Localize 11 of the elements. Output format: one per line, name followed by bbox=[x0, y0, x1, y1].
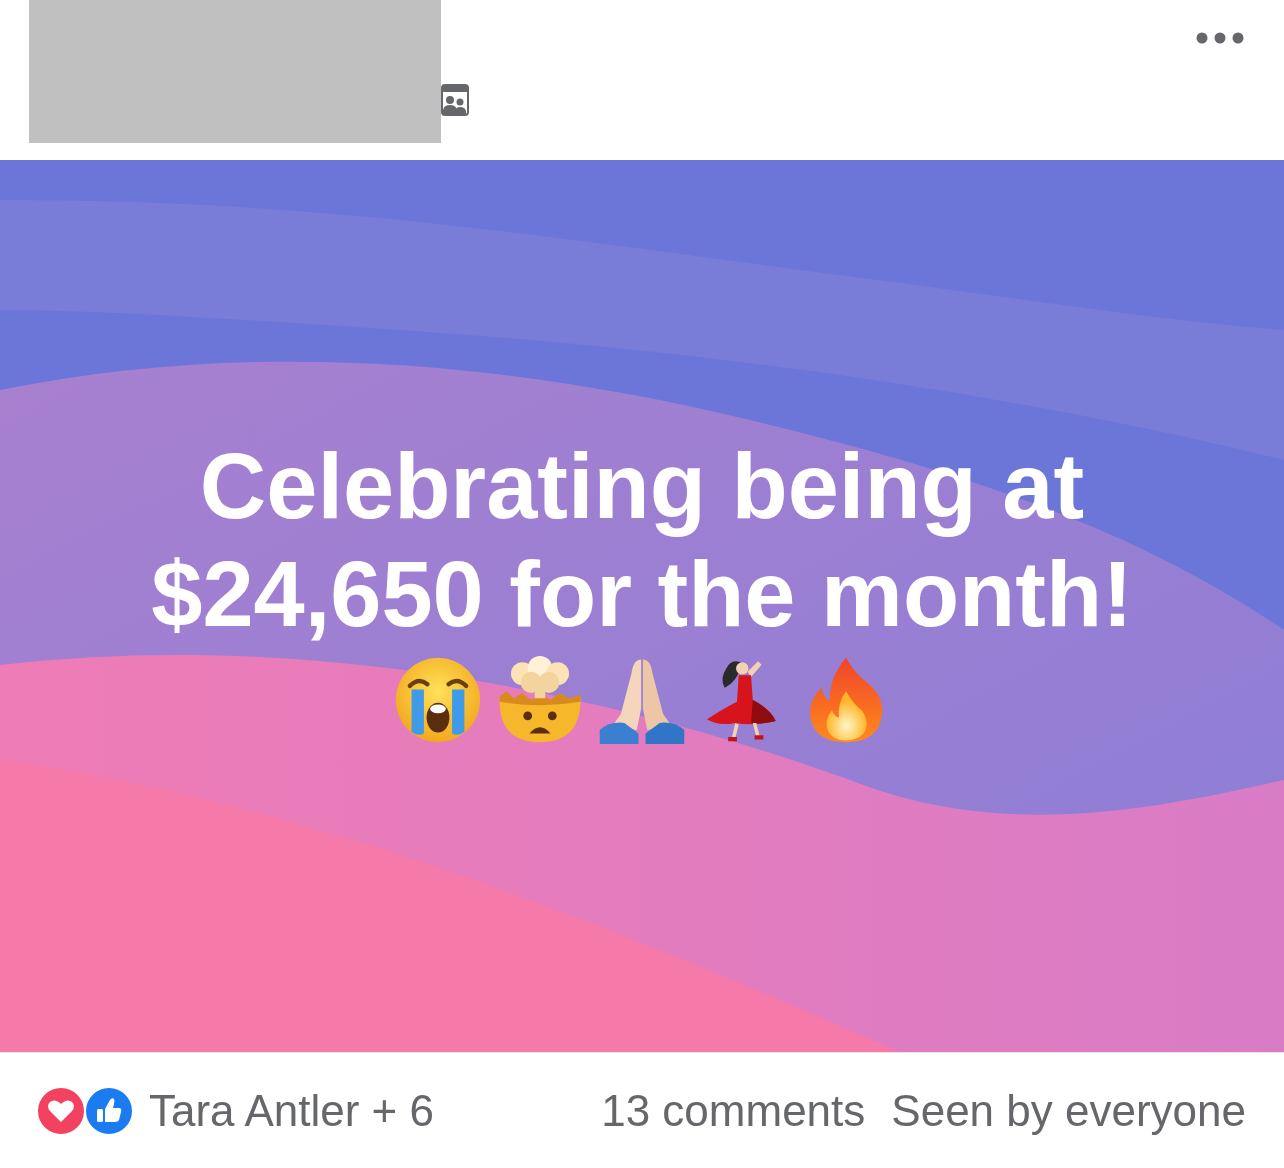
group-icon bbox=[441, 84, 469, 116]
more-options-button[interactable] bbox=[1196, 32, 1244, 44]
post-text: Celebrating being at $24,650 for the month! bbox=[150, 434, 1134, 647]
comments-count[interactable]: 13 comments bbox=[601, 1077, 866, 1144]
crying-face-icon bbox=[394, 656, 482, 744]
thumbs-up-reaction-icon bbox=[84, 1085, 134, 1136]
exploding-head-icon bbox=[496, 656, 584, 744]
ellipsis-icon bbox=[1196, 32, 1244, 44]
seen-by-text: Seen by everyone bbox=[891, 1084, 1246, 1137]
heart-reaction-icon bbox=[36, 1085, 86, 1136]
reacted-by-text[interactable]: Tara Antler + 6 bbox=[149, 1077, 434, 1144]
